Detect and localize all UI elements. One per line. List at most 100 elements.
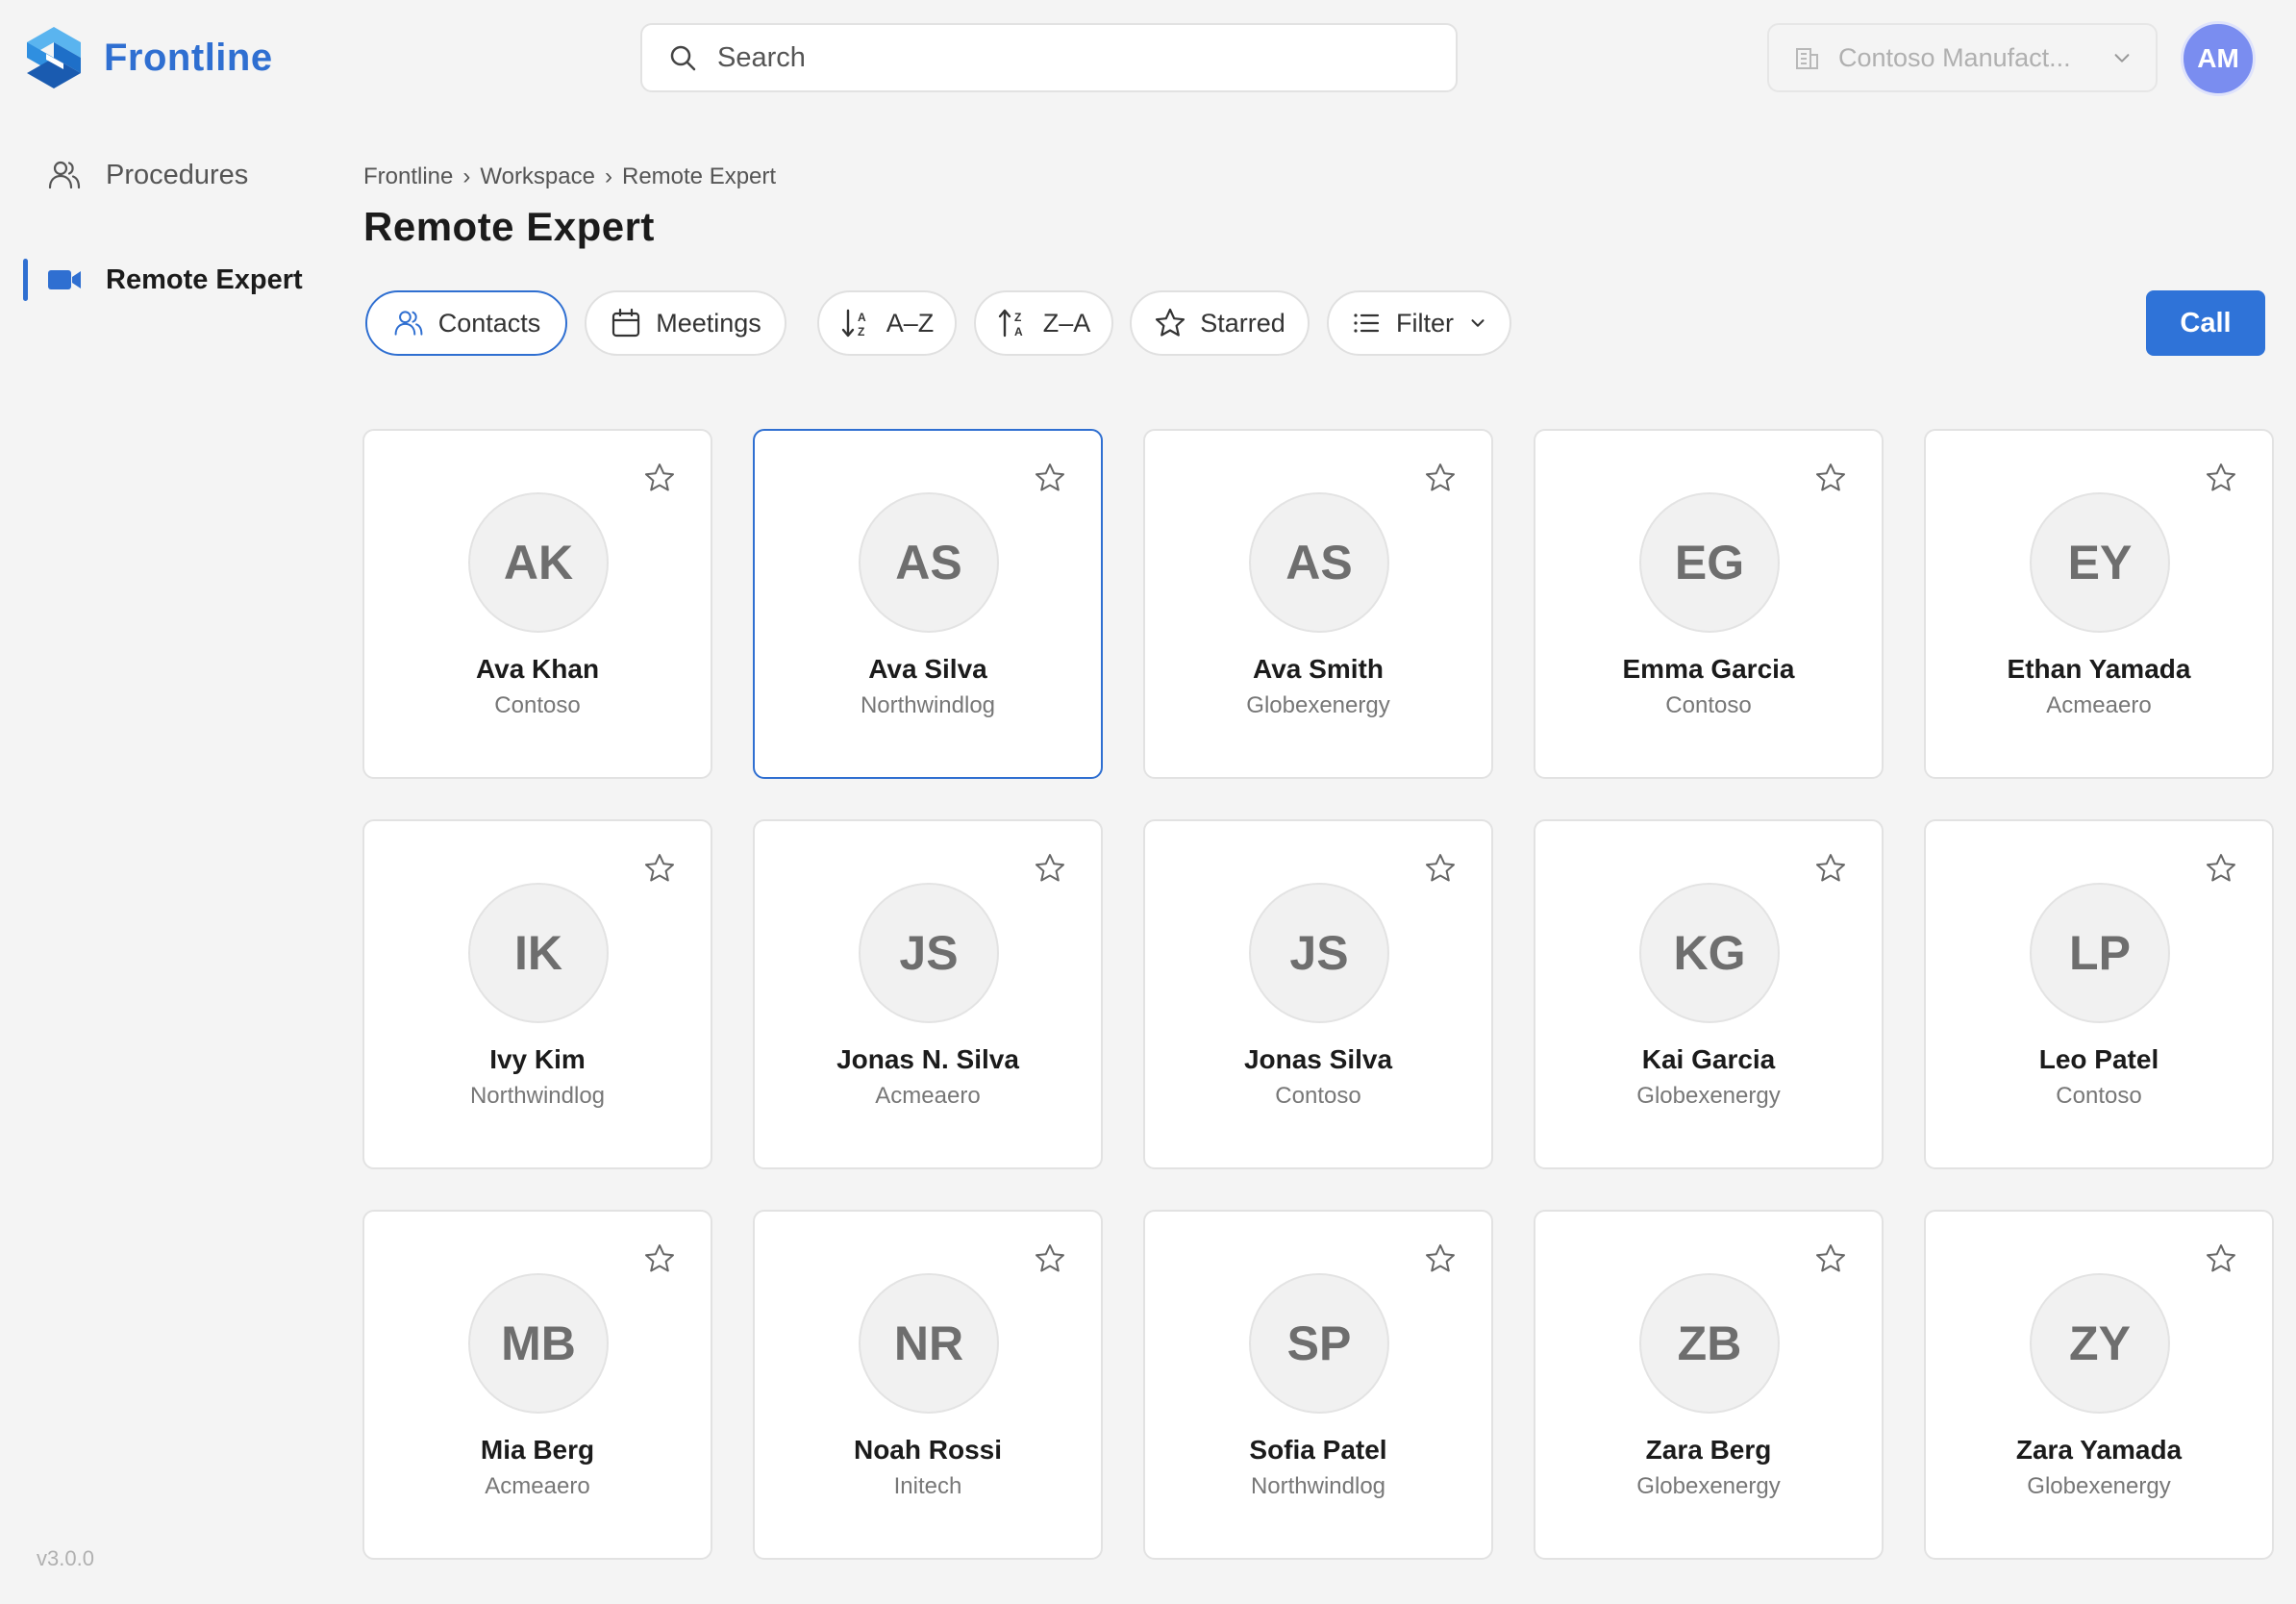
app-logo[interactable]: Frontline <box>25 25 273 90</box>
contact-company: Contoso <box>1665 692 1752 718</box>
sidebar-item-remote-expert[interactable]: Remote Expert <box>0 246 327 313</box>
star-icon[interactable] <box>1034 462 1066 494</box>
call-button[interactable]: Call <box>2146 290 2265 356</box>
contact-company: Initech <box>893 1473 962 1499</box>
svg-text:A: A <box>858 311 866 324</box>
breadcrumb-item-frontline[interactable]: Frontline <box>363 163 453 190</box>
contact-company: Contoso <box>494 692 581 718</box>
tab-meetings[interactable]: Meetings <box>585 290 786 356</box>
filter-dropdown[interactable]: Filter <box>1327 290 1511 356</box>
contact-company: Contoso <box>1275 1083 1361 1109</box>
building-icon <box>1796 48 1818 69</box>
contact-card[interactable]: AS Ava Smith Globexenergy <box>1143 429 1493 779</box>
starred-label: Starred <box>1200 308 1285 338</box>
contact-card[interactable]: JS Jonas N. Silva Acmeaero <box>753 819 1103 1169</box>
chevron-down-icon <box>2114 54 2130 63</box>
contact-card[interactable]: SP Sofia Patel Northwindlog <box>1143 1210 1493 1560</box>
call-button-container: Call <box>2146 290 2265 356</box>
contact-name: Mia Berg <box>480 1435 595 1465</box>
contact-name: Ava Silva <box>868 654 987 684</box>
contact-company: Globexenergy <box>1636 1083 1781 1109</box>
contact-card[interactable]: NR Noah Rossi Initech <box>753 1210 1103 1560</box>
star-icon[interactable] <box>1814 852 1847 885</box>
contact-avatar: ZY <box>2030 1273 2170 1414</box>
sort-az-label: A–Z <box>886 308 935 338</box>
contact-avatar: MB <box>468 1273 609 1414</box>
contact-company: Acmeaero <box>2046 692 2152 718</box>
contact-name: Ivy Kim <box>489 1044 586 1074</box>
contact-card[interactable]: LP Leo Patel Contoso <box>1924 819 2274 1169</box>
active-nav-indicator <box>23 259 28 301</box>
contact-company: Globexenergy <box>1636 1473 1781 1499</box>
search-input[interactable] <box>717 41 1429 74</box>
breadcrumb-item-remote-expert: Remote Expert <box>621 163 777 189</box>
sort-za-button[interactable]: Z A Z–A <box>974 290 1113 356</box>
contact-name: Sofia Patel <box>1249 1435 1387 1465</box>
star-icon[interactable] <box>1034 852 1066 885</box>
contact-card[interactable]: KG Kai Garcia Globexenergy <box>1534 819 1884 1169</box>
contact-card[interactable]: EY Ethan Yamada Acmeaero <box>1924 429 2274 779</box>
breadcrumb: Frontline › Workspace › Remote Expert <box>363 163 776 190</box>
contact-avatar: EG <box>1639 492 1780 633</box>
chevron-down-icon <box>1471 319 1485 327</box>
contact-card[interactable]: EG Emma Garcia Contoso <box>1534 429 1884 779</box>
breadcrumb-item-workspace[interactable]: Workspace <box>480 163 595 190</box>
contact-name: Leo Patel <box>2038 1044 2159 1074</box>
contact-card[interactable]: MB Mia Berg Acmeaero <box>362 1210 712 1560</box>
user-avatar[interactable]: AM <box>2181 21 2256 96</box>
contact-company: Contoso <box>2056 1083 2142 1109</box>
contact-name: Zara Yamada <box>2015 1435 2183 1465</box>
contact-name: Noah Rossi <box>853 1435 1003 1465</box>
contact-name: Ava Smith <box>1253 654 1384 684</box>
star-icon[interactable] <box>643 852 676 885</box>
page-title: Remote Expert <box>363 204 655 249</box>
filter-label: Filter <box>1396 308 1454 338</box>
star-icon[interactable] <box>1034 1242 1066 1275</box>
contact-avatar: NR <box>859 1273 999 1414</box>
app-version: v3.0.0 <box>37 1546 94 1570</box>
star-icon[interactable] <box>643 1242 676 1275</box>
contact-name: Jonas N. Silva <box>836 1044 1019 1074</box>
sort-descending-icon: Z A <box>998 309 1023 338</box>
contact-name: Kai Garcia <box>1641 1044 1776 1074</box>
contact-avatar: JS <box>859 883 999 1023</box>
organization-selected-value: Contoso Manufact... <box>1838 42 2071 72</box>
contact-company: Northwindlog <box>1250 1473 1386 1499</box>
sort-az-button[interactable]: A Z A–Z <box>817 290 957 356</box>
star-icon[interactable] <box>1814 462 1847 494</box>
frontline-logo-icon <box>27 27 81 88</box>
sort-za-label: Z–A <box>1042 308 1091 338</box>
breadcrumb-separator: › <box>604 163 612 189</box>
breadcrumb-separator: › <box>462 163 471 189</box>
star-icon[interactable] <box>2205 852 2237 885</box>
contact-avatar: AS <box>1249 492 1389 633</box>
contact-card[interactable]: JS Jonas Silva Contoso <box>1143 819 1493 1169</box>
contact-company: Globexenergy <box>1246 692 1390 718</box>
contact-name: Jonas Silva <box>1243 1044 1393 1074</box>
tab-contacts[interactable]: Contacts <box>365 290 567 356</box>
contact-company: Northwindlog <box>469 1083 606 1109</box>
contact-name: Emma Garcia <box>1622 654 1795 684</box>
contact-avatar: EY <box>2030 492 2170 633</box>
star-icon[interactable] <box>1814 1242 1847 1275</box>
contact-card[interactable]: ZB Zara Berg Globexenergy <box>1534 1210 1884 1560</box>
search-box[interactable] <box>640 23 1458 92</box>
contact-avatar: JS <box>1249 883 1389 1023</box>
star-icon[interactable] <box>643 462 676 494</box>
contact-card[interactable]: ZY Zara Yamada Globexenergy <box>1924 1210 2274 1560</box>
star-icon[interactable] <box>2205 462 2237 494</box>
tab-contacts-label: Contacts <box>437 308 541 338</box>
star-icon[interactable] <box>1424 852 1457 885</box>
contact-card[interactable]: AK Ava Khan Contoso <box>362 429 712 779</box>
sidebar-item-label: Remote Expert <box>106 263 303 295</box>
sort-ascending-icon: A Z <box>841 309 866 338</box>
star-icon[interactable] <box>1424 1242 1457 1275</box>
contact-card[interactable]: AS Ava Silva Northwindlog <box>753 429 1103 779</box>
starred-filter-button[interactable]: Starred <box>1130 290 1310 356</box>
star-icon[interactable] <box>1424 462 1457 494</box>
star-icon[interactable] <box>2205 1242 2237 1275</box>
organization-select[interactable]: Contoso Manufact... <box>1767 23 2158 92</box>
svg-text:Z: Z <box>858 325 864 338</box>
sidebar-item-procedures[interactable]: Procedures <box>0 141 327 209</box>
contact-card[interactable]: IK Ivy Kim Northwindlog <box>362 819 712 1169</box>
